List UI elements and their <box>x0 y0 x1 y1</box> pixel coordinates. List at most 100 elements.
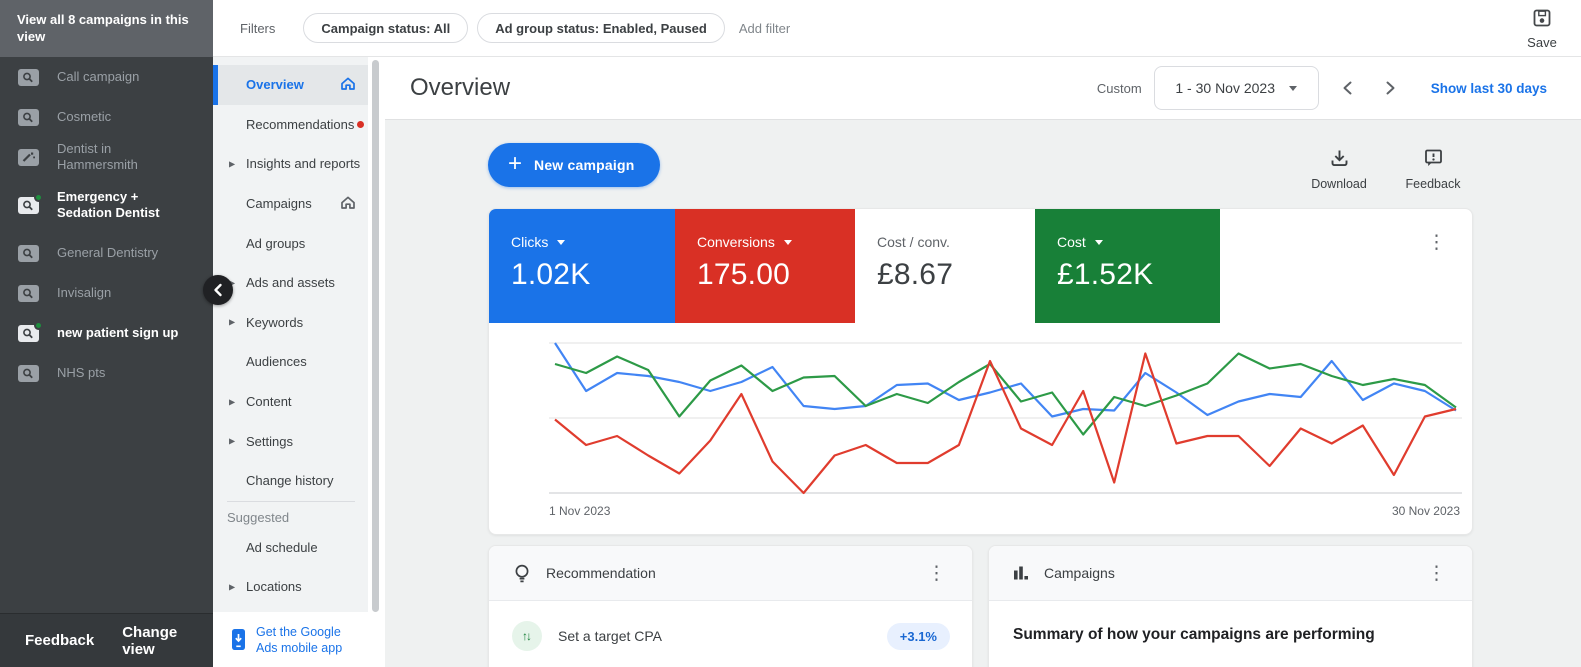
scorecard-clicks[interactable]: Clicks 1.02K <box>489 209 675 323</box>
nav-item-ads-and-assets[interactable]: ▶ Ads and assets <box>213 263 368 303</box>
mobile-app-promo-label: Get the Google Ads mobile app <box>256 624 356 656</box>
sidebar-footer: Feedback Change view <box>0 613 213 667</box>
nav-item-ad-groups[interactable]: Ad groups <box>213 223 368 263</box>
google-ads-app: View all 8 campaigns in this view Call c… <box>0 0 1581 667</box>
search-campaign-icon <box>18 285 39 302</box>
main-header: Overview Custom 1 - 30 Nov 2023 Show las… <box>385 57 1581 120</box>
nav-item-label: Audiences <box>246 354 307 369</box>
date-controls: Custom 1 - 30 Nov 2023 Show last 30 days <box>1097 66 1581 110</box>
nav-item-recommendations[interactable]: Recommendations <box>213 105 368 145</box>
chevron-left-icon <box>212 283 224 297</box>
scorecard-cost-per-conversion[interactable]: Cost / conv. £8.67 <box>855 209 1035 323</box>
card-menu-button[interactable]: ⋮ <box>1427 564 1446 583</box>
change-view-link[interactable]: Change view <box>122 624 213 658</box>
enabled-status-dot <box>34 321 43 330</box>
feedback-button[interactable]: Feedback <box>1400 148 1466 191</box>
campaign-item-general-dentistry[interactable]: General Dentistry <box>0 233 213 273</box>
filters-label: Filters <box>240 21 275 36</box>
filter-chip-ad-group-status[interactable]: Ad group status: Enabled, Paused <box>477 13 725 43</box>
scorecard-value: £1.52K <box>1057 258 1220 292</box>
recommendation-card: Recommendation ⋮ ↑↓ Set a target CPA +3.… <box>488 545 973 667</box>
download-label: Download <box>1308 177 1370 191</box>
filter-chip-campaign-status[interactable]: Campaign status: All <box>303 13 468 43</box>
expand-arrow-icon[interactable]: ▶ <box>229 437 235 446</box>
nav-item-label: Campaigns <box>246 196 312 211</box>
nav-item-locations[interactable]: ▶ Locations <box>213 567 368 607</box>
date-range-dropdown[interactable]: 1 - 30 Nov 2023 <box>1154 66 1319 110</box>
nav-item-audiences[interactable]: Audiences <box>213 342 368 382</box>
feedback-link[interactable]: Feedback <box>25 632 94 649</box>
nav-scroll-gutter <box>368 57 385 667</box>
new-campaign-label: New campaign <box>534 157 634 173</box>
card-menu-button[interactable]: ⋮ <box>927 564 946 583</box>
nav-item-ad-schedule[interactable]: Ad schedule <box>213 528 368 568</box>
previous-period-button[interactable] <box>1341 80 1354 96</box>
scorecard-conversions[interactable]: Conversions 175.00 <box>675 209 855 323</box>
campaign-item-nhs-pts[interactable]: NHS pts <box>0 353 213 393</box>
feedback-label: Feedback <box>1400 177 1466 191</box>
campaign-item-cosmetic[interactable]: Cosmetic <box>0 97 213 137</box>
mobile-app-promo[interactable]: Get the Google Ads mobile app <box>213 612 368 667</box>
nav-item-label: Keywords <box>246 315 303 330</box>
nav-item-label: Ads and assets <box>246 275 335 290</box>
overview-summary-card: Clicks 1.02K Conversions 175.00 Cost / c… <box>488 208 1473 535</box>
add-filter-button[interactable]: Add filter <box>739 21 790 36</box>
campaign-item-label: NHS pts <box>57 365 187 381</box>
nav-item-campaigns[interactable]: Campaigns <box>213 184 368 224</box>
recommendation-item[interactable]: ↑↓ Set a target CPA +3.1% <box>512 621 950 651</box>
campaign-list: Call campaign Cosmetic Dentist in Hammer… <box>0 57 213 393</box>
new-campaign-button[interactable]: + New campaign <box>488 143 660 187</box>
date-mode-label: Custom <box>1097 81 1142 96</box>
scorecard-row: Clicks 1.02K Conversions 175.00 Cost / c… <box>489 209 1472 323</box>
search-campaign-icon <box>18 109 39 126</box>
filter-bar: Filters Campaign status: All Ad group st… <box>213 0 1581 57</box>
card-menu-button[interactable]: ⋮ <box>1427 233 1446 252</box>
lightbulb-icon <box>512 563 532 584</box>
expand-arrow-icon[interactable]: ▶ <box>229 582 235 591</box>
nav-item-label: Insights and reports <box>246 156 360 171</box>
campaign-item-call-campaign[interactable]: Call campaign <box>0 57 213 97</box>
scorecard-label: Clicks <box>511 234 548 250</box>
campaign-item-dentist-in-hammersmith[interactable]: Dentist in Hammersmith <box>0 137 213 177</box>
next-period-button[interactable] <box>1384 80 1397 96</box>
enabled-status-dot <box>34 193 43 202</box>
nav-item-label: Settings <box>246 434 293 449</box>
nav-item-overview[interactable]: Overview <box>213 65 368 105</box>
up-down-arrows-icon: ↑↓ <box>512 621 542 651</box>
download-button[interactable]: Download <box>1308 148 1370 191</box>
date-step-controls <box>1341 80 1397 96</box>
campaign-view-header[interactable]: View all 8 campaigns in this view <box>0 0 213 57</box>
suggested-section-label: Suggested <box>213 502 368 528</box>
plus-icon: + <box>508 152 522 176</box>
nav-item-keywords[interactable]: ▶ Keywords <box>213 303 368 343</box>
vertical-scrollbar[interactable] <box>372 60 379 612</box>
search-campaign-icon <box>18 325 39 342</box>
nav-item-insights-and-reports[interactable]: ▶ Insights and reports <box>213 144 368 184</box>
scorecard-value: 1.02K <box>511 258 675 292</box>
collapse-sidebar-button[interactable] <box>203 275 233 305</box>
scorecard-label: Cost / conv. <box>877 234 950 250</box>
campaign-item-new-patient-sign-up[interactable]: new patient sign up <box>0 313 213 353</box>
campaign-item-invisalign[interactable]: Invisalign <box>0 273 213 313</box>
nav-item-label: Recommendations <box>246 117 354 132</box>
save-filter-button[interactable]: Save <box>1517 7 1567 50</box>
expand-arrow-icon[interactable]: ▶ <box>229 159 235 168</box>
home-icon <box>340 76 356 94</box>
nav-item-label: Overview <box>246 77 304 92</box>
chart-x-axis: 1 Nov 2023 30 Nov 2023 <box>549 504 1460 518</box>
campaigns-card-header: Campaigns ⋮ <box>989 546 1472 601</box>
date-range-value: 1 - 30 Nov 2023 <box>1175 80 1275 96</box>
expand-arrow-icon[interactable]: ▶ <box>229 397 235 406</box>
page-nav-list: Overview Recommendations ▶ Insights and … <box>213 65 368 607</box>
download-icon <box>1329 148 1350 168</box>
campaign-item-label: Invisalign <box>57 285 187 301</box>
x-axis-start-label: 1 Nov 2023 <box>549 504 610 518</box>
nav-item-content[interactable]: ▶ Content <box>213 382 368 422</box>
nav-item-change-history[interactable]: Change history <box>213 461 368 501</box>
campaign-item-emergency-sedation-dentist[interactable]: Emergency + Sedation Dentist <box>0 177 213 233</box>
nav-item-settings[interactable]: ▶ Settings <box>213 421 368 461</box>
scorecard-cost[interactable]: Cost £1.52K <box>1035 209 1220 323</box>
show-last-30-days-link[interactable]: Show last 30 days <box>1431 81 1547 96</box>
campaign-item-label: new patient sign up <box>57 325 187 341</box>
expand-arrow-icon[interactable]: ▶ <box>229 318 235 327</box>
